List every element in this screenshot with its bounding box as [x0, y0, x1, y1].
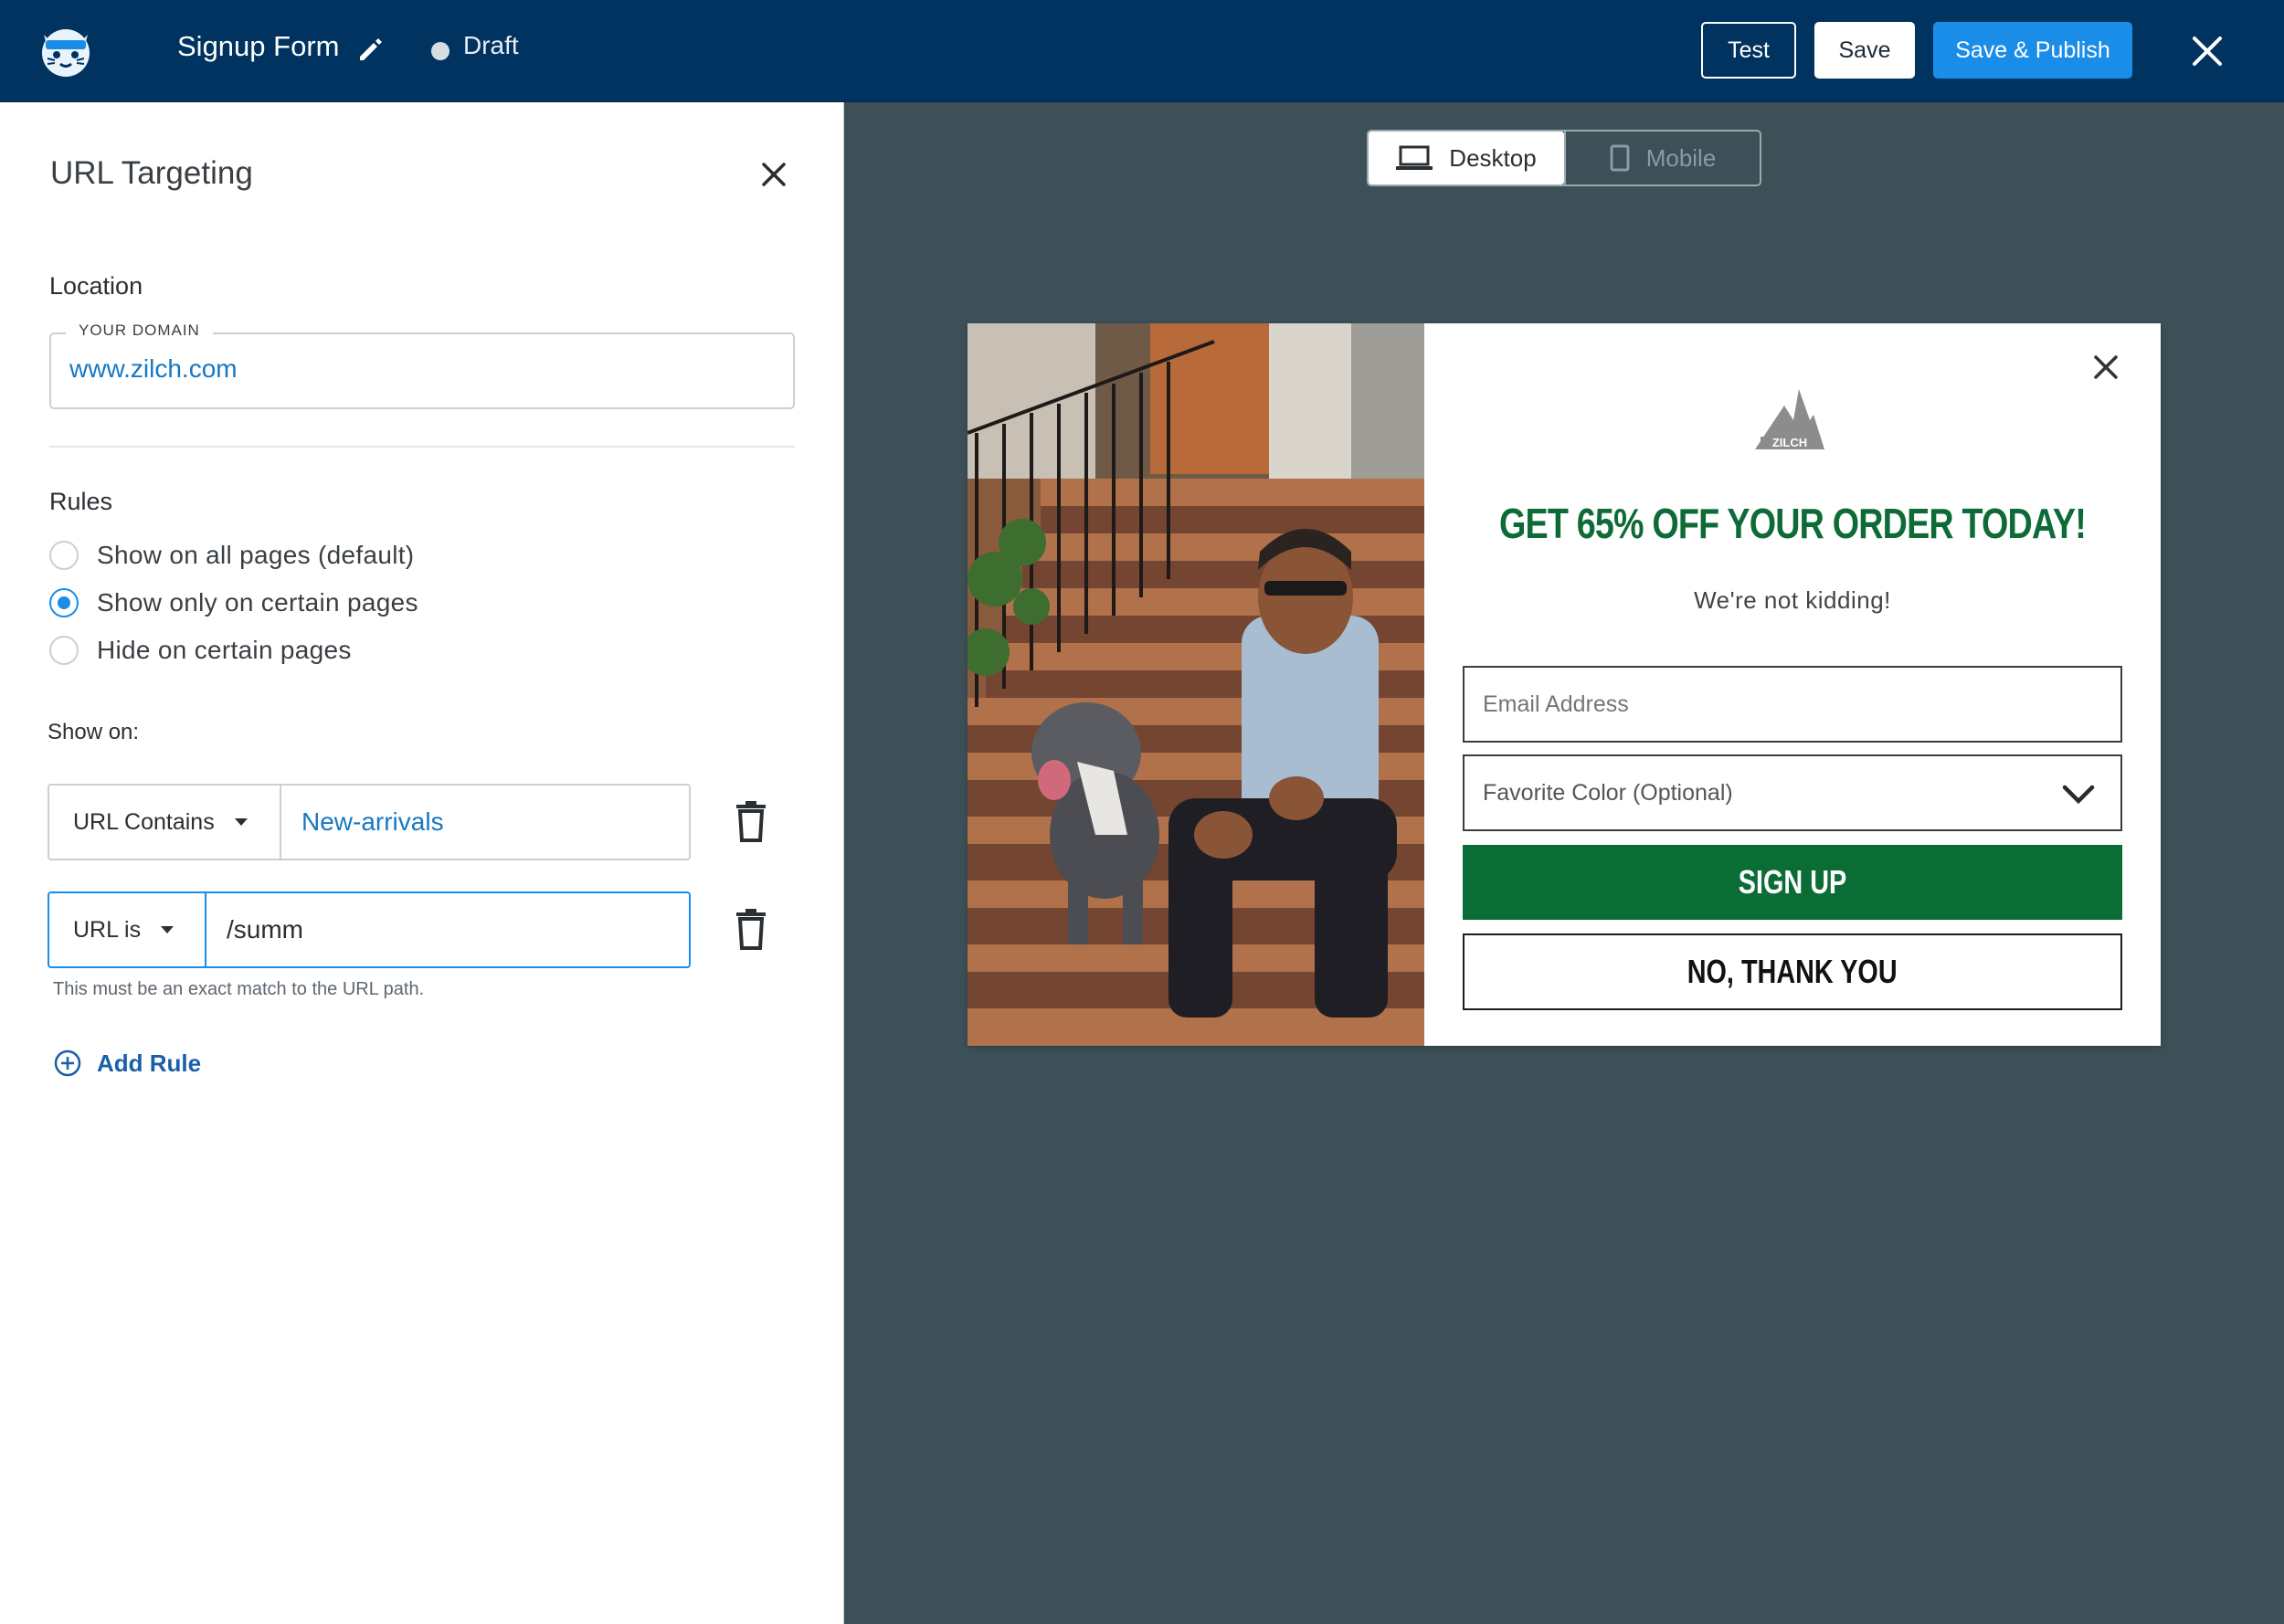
rule-condition-select[interactable]: URL Contains — [49, 786, 281, 859]
sign-up-button[interactable]: SIGN UP — [1463, 845, 2122, 920]
divider — [49, 446, 795, 448]
rule-field: URL Contains — [48, 784, 691, 860]
rule-condition-label: URL is — [73, 916, 142, 943]
rule-condition-label: URL Contains — [73, 808, 215, 835]
status-dot-icon — [431, 42, 449, 60]
domain-input[interactable] — [69, 354, 764, 384]
rules-label: Rules — [49, 488, 113, 515]
domain-field-legend: YOUR DOMAIN — [66, 322, 213, 340]
radio-button[interactable] — [49, 541, 79, 570]
rule-option-label: Hide on certain pages — [97, 636, 352, 664]
close-icon[interactable] — [2189, 33, 2226, 69]
signup-popup-preview: ZILCH GET 65% OFF YOUR ORDER TODAY! We'r… — [968, 323, 2161, 1046]
save-and-publish-button[interactable]: Save & Publish — [1933, 22, 2132, 79]
zilch-brand-logo: ZILCH — [1755, 389, 1824, 449]
brand-logo-text: ZILCH — [1772, 436, 1807, 449]
top-bar: Signup Form Draft Test Save Save & Publi… — [0, 0, 2284, 102]
mobile-view-label: Mobile — [1645, 143, 1717, 172]
location-label: Location — [49, 272, 143, 300]
favorite-color-select[interactable]: Favorite Color (Optional) — [1463, 754, 2122, 831]
no-thank-you-button-label: NO, THANK YOU — [1687, 953, 1898, 990]
radio-button-checked[interactable] — [49, 588, 79, 617]
plus-circle-icon — [54, 1049, 81, 1077]
rule-hint-text: This must be an exact match to the URL p… — [53, 979, 425, 999]
desktop-view-label: Desktop — [1449, 143, 1537, 172]
no-thank-you-button[interactable]: NO, THANK YOU — [1463, 933, 2122, 1010]
favorite-color-select-label: Favorite Color (Optional) — [1483, 780, 1733, 806]
domain-field[interactable]: YOUR DOMAIN — [49, 322, 795, 409]
email-field[interactable] — [1463, 666, 2122, 743]
phone-icon — [1610, 144, 1630, 172]
radio-button[interactable] — [49, 636, 79, 665]
rule-option-label: Show only on certain pages — [97, 588, 418, 617]
rule-value-input[interactable] — [283, 786, 685, 859]
trash-icon[interactable] — [735, 800, 767, 842]
tiger-mascot-logo-icon[interactable] — [35, 20, 97, 80]
rule-value-input[interactable] — [208, 893, 683, 966]
status-label: Draft — [463, 31, 519, 59]
trash-icon[interactable] — [735, 908, 767, 950]
save-button[interactable]: Save — [1814, 22, 1915, 79]
email-input[interactable] — [1465, 668, 2120, 741]
mobile-view-button[interactable]: Mobile — [1564, 132, 1760, 185]
desktop-view-button[interactable]: Desktop — [1369, 132, 1564, 185]
popup-subheadline: We're not kidding! — [1694, 586, 1891, 614]
caret-down-icon — [234, 818, 248, 826]
rule-option-all-pages[interactable]: Show on all pages (default) — [49, 541, 414, 570]
popup-hero-photo — [968, 323, 1424, 1046]
laptop-icon — [1396, 145, 1433, 170]
rule-field: URL is — [48, 891, 691, 968]
test-button[interactable]: Test — [1701, 22, 1796, 79]
rule-option-label: Show on all pages (default) — [97, 541, 415, 569]
add-rule-button[interactable]: Add Rule — [53, 1049, 201, 1078]
form-title: Signup Form — [177, 30, 340, 62]
close-panel-icon[interactable] — [758, 159, 789, 190]
rule-condition-select[interactable]: URL is — [49, 893, 206, 966]
device-view-toggle: Desktop Mobile — [1367, 130, 1761, 186]
add-rule-label: Add Rule — [97, 1049, 202, 1077]
popup-headline: GET 65% OFF YOUR ORDER TODAY! — [1498, 500, 2087, 547]
chevron-down-icon — [2062, 785, 2095, 805]
show-on-label: Show on: — [48, 720, 140, 744]
pencil-icon[interactable] — [356, 35, 386, 64]
rule-option-hide-pages[interactable]: Hide on certain pages — [49, 636, 352, 665]
rule-option-certain-pages[interactable]: Show only on certain pages — [49, 588, 418, 617]
popup-close-icon[interactable] — [2091, 353, 2120, 382]
url-targeting-panel: URL Targeting Location YOUR DOMAIN Rules… — [0, 102, 844, 1624]
caret-down-icon — [161, 926, 174, 933]
sign-up-button-label: SIGN UP — [1738, 863, 1847, 901]
panel-title: URL Targeting — [50, 155, 253, 191]
